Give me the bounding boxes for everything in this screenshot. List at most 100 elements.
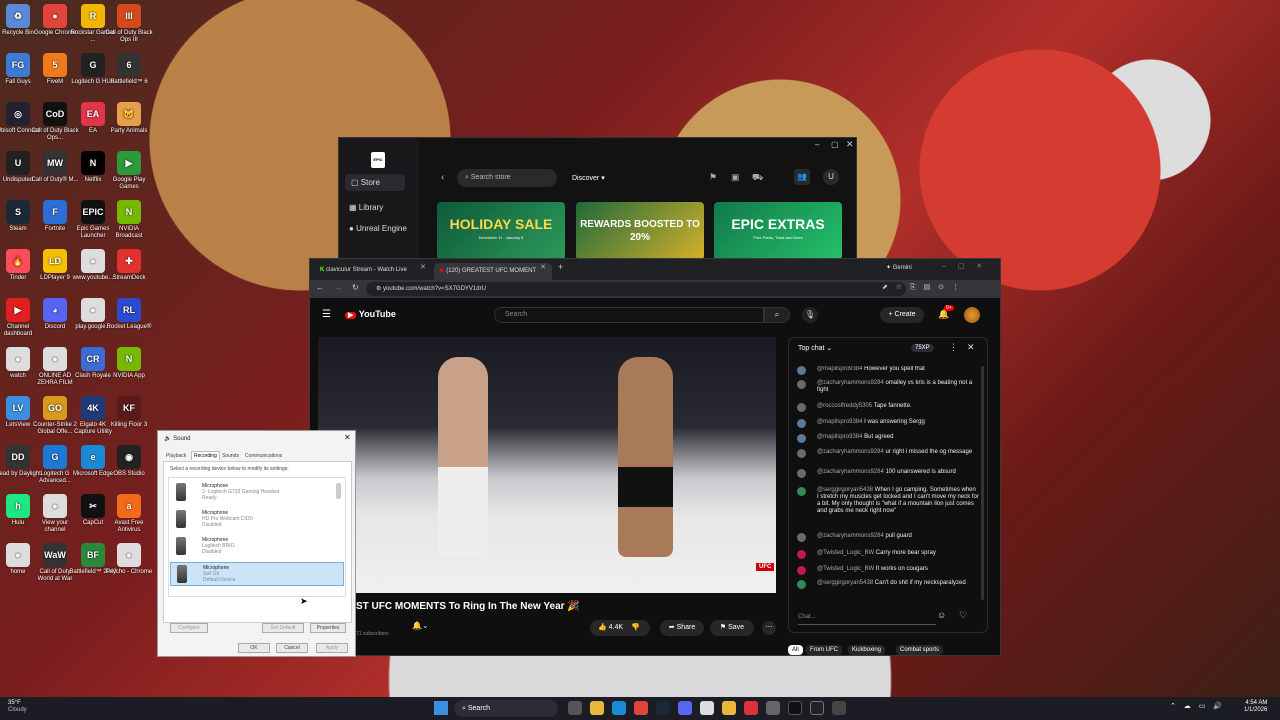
filter-chip[interactable]: Combat sports (896, 645, 944, 655)
yt-search-button[interactable]: ⌕ (764, 307, 790, 323)
epic-taskbar-icon[interactable] (788, 701, 802, 715)
epic-search-input[interactable]: ⌕ Search store (457, 169, 557, 187)
clock[interactable]: 4:54 AM 1/1/2026 (1244, 700, 1267, 714)
configure-button[interactable]: Configure (170, 623, 208, 633)
heart-icon[interactable]: ♡ (959, 610, 967, 621)
device-scrollbar[interactable] (336, 483, 341, 499)
chat-more-icon[interactable]: ⋮ (949, 342, 958, 353)
emoji-icon[interactable]: ☺ (937, 610, 946, 620)
chat-avatar[interactable] (797, 580, 806, 589)
chat-username[interactable]: @Twisted_Logic_BW (817, 550, 874, 556)
desktop-icon[interactable]: 🐱 Party Animals (105, 102, 153, 135)
filter-chip[interactable]: Kickboxing (848, 645, 886, 655)
folder-icon[interactable] (722, 701, 736, 715)
recording-device[interactable]: Microphone 2- Logitech G733 Gaming Headse… (170, 481, 344, 505)
new-tab-icon[interactable]: + (558, 262, 563, 272)
task-view-icon[interactable] (568, 701, 582, 715)
forward-icon[interactable]: → (334, 283, 342, 292)
points-badge[interactable]: 75XP (911, 344, 934, 352)
more-icon[interactable]: ⋯ (762, 621, 776, 635)
chat-avatar[interactable] (797, 566, 806, 575)
banner-rewards[interactable]: REWARDS BOOSTED TO 20% (576, 202, 704, 260)
desktop-icon[interactable]: N NVIDIA App (105, 347, 153, 380)
tab-recording[interactable]: Recording (191, 451, 220, 460)
minimize-icon[interactable]: – (815, 140, 819, 149)
chat-username[interactable]: @mapilspro9384 (817, 419, 862, 425)
desktop-icon[interactable]: III Call of Duty Black Ops III (105, 4, 153, 44)
edge-icon[interactable] (612, 701, 626, 715)
file-explorer-icon[interactable] (590, 701, 604, 715)
extensions-row[interactable]: ⬈ ☆ ⎘ ▤ ⊙ ⋮ (882, 283, 959, 292)
yt-search-input[interactable]: Search (494, 307, 764, 323)
chat-username[interactable]: @zacharyhammons9284 (817, 449, 884, 455)
chat-avatar[interactable] (797, 403, 806, 412)
properties-button[interactable]: Properties (310, 623, 346, 633)
address-bar[interactable]: ⚙ youtube.com/watch?v=SX7GDYV1drU (366, 282, 906, 296)
chat-avatar[interactable] (797, 469, 806, 478)
chat-scrollbar[interactable] (981, 366, 984, 600)
desktop-icon[interactable]: N NVIDIA Broadcast (105, 200, 153, 240)
chrome-taskbar-icon[interactable] (634, 701, 648, 715)
chat-username[interactable]: @zacharyhammons9284 (817, 533, 884, 539)
desktop-icon[interactable]: a Avast Free Antivirus (105, 494, 153, 534)
desktop-icon[interactable]: ◉ OBS Studio (105, 445, 153, 478)
tray-icons[interactable]: ⌃ ☁ ▭ 🔊 (1170, 702, 1222, 710)
desktop-icon[interactable]: KF Killing Floor 3 (105, 396, 153, 429)
steam-taskbar-icon[interactable] (656, 701, 670, 715)
desktop-icon[interactable]: RL Rocket League® (105, 298, 153, 331)
desktop-icon[interactable]: ✚ StreamDeck (105, 249, 153, 282)
epic-nav-library[interactable]: ▦ Library (349, 203, 383, 212)
wishlist-icon[interactable]: ⚑ (709, 172, 717, 183)
bell-icon[interactable]: 🔔⌄ (412, 621, 429, 630)
desktop-icon[interactable]: 6 Battlefield™ 6 (105, 53, 153, 86)
chat-close-icon[interactable]: ✕ (967, 342, 975, 353)
banner-holiday-sale[interactable]: HOLIDAY SALE December 11 - January 8 (437, 202, 565, 260)
weather-widget[interactable]: 35°F Cloudy (8, 700, 27, 714)
filter-chip[interactable]: All (788, 645, 803, 655)
chat-avatar[interactable] (797, 419, 806, 428)
ok-button[interactable]: OK (238, 643, 270, 653)
chat-mode-dropdown[interactable]: Top chat ⌄ (798, 344, 832, 352)
maximize-icon[interactable]: ▢ (831, 140, 839, 149)
cancel-button[interactable]: Cancel (276, 643, 308, 653)
chat-username[interactable]: @mapilspro9384 (817, 434, 862, 440)
chat-username[interactable]: @serggirgoryan5438 (817, 580, 873, 586)
chat-username[interactable]: @roccoslfreddy5305 (817, 403, 872, 409)
tab-youtube[interactable]: ▶ (120) GREATEST UFC MOMENT (434, 263, 552, 280)
back-arrow-icon[interactable]: ‹ (441, 172, 444, 183)
obs-taskbar-icon[interactable] (810, 701, 824, 715)
user-avatar[interactable]: U (823, 169, 839, 185)
like-button[interactable]: 👍 4.4K 👎 (590, 620, 650, 636)
discord-taskbar-icon[interactable] (678, 701, 692, 715)
notepad-icon[interactable] (700, 701, 714, 715)
gemini-button[interactable]: ✦ Gemini (886, 264, 912, 271)
tab-sounds[interactable]: Sounds (222, 453, 239, 459)
share-button[interactable]: ➦ Share (660, 620, 704, 636)
chat-username[interactable]: @Twisted_Logic_BW (817, 566, 874, 572)
chat-avatar[interactable] (797, 487, 806, 496)
create-button[interactable]: + Create (880, 307, 924, 323)
chat-avatar[interactable] (797, 449, 806, 458)
apply-button[interactable]: Apply (316, 643, 348, 653)
tab-close-icon[interactable]: ✕ (540, 263, 546, 271)
desktop-icon[interactable]: ▶ Google Play Games (105, 151, 153, 191)
chat-avatar[interactable] (797, 366, 806, 375)
settings-icon[interactable] (766, 701, 780, 715)
reload-icon[interactable]: ↻ (352, 283, 359, 292)
account-avatar[interactable] (964, 307, 980, 323)
chat-avatar[interactable] (797, 533, 806, 542)
chat-avatar[interactable] (797, 380, 806, 389)
tab-stream[interactable]: K claviculur Stream - Watch Live (314, 263, 432, 280)
chat-avatar[interactable] (797, 550, 806, 559)
tab-playback[interactable]: Playback (166, 453, 186, 459)
filter-chip[interactable]: From UFC (806, 645, 842, 655)
chat-input[interactable]: Chat... (798, 609, 936, 625)
tab-close-icon[interactable]: ✕ (420, 263, 426, 271)
menu-icon[interactable]: ☰ (322, 309, 331, 320)
chat-username[interactable]: @mapilspro9384 (817, 366, 862, 372)
recording-device[interactable]: Microphone Sell Gil Default Device (170, 562, 344, 586)
back-icon[interactable]: ← (316, 283, 324, 292)
epic-nav-store[interactable]: ▢ Store (345, 174, 405, 191)
start-icon[interactable] (434, 701, 448, 715)
save-button[interactable]: ⚑ Save (710, 620, 754, 636)
